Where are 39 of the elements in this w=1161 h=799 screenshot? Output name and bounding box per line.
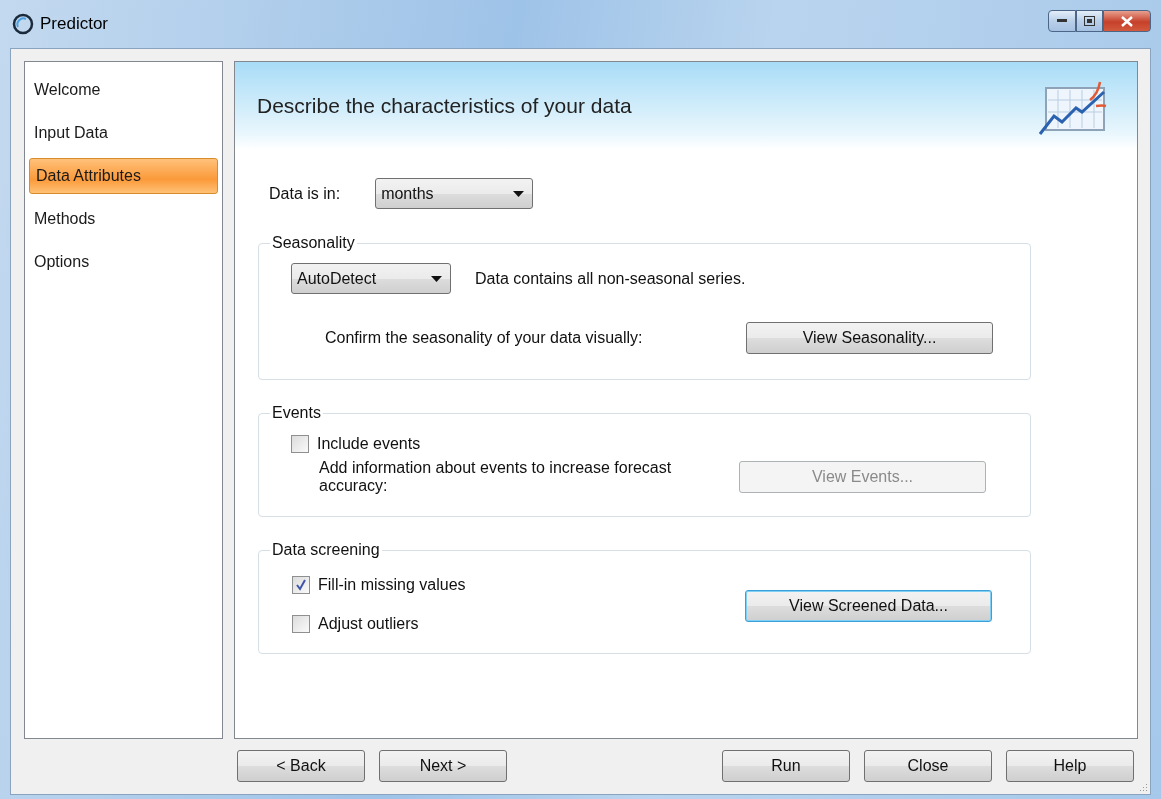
sidebar-item[interactable]: Options bbox=[29, 244, 218, 280]
footer-button[interactable]: Help bbox=[1006, 750, 1134, 782]
page-heading: Describe the characteristics of your data bbox=[257, 94, 632, 118]
sidebar-item[interactable]: Welcome bbox=[29, 72, 218, 108]
checkbox-label: Adjust outliers bbox=[318, 615, 419, 633]
dropdown-arrow-icon bbox=[513, 190, 525, 197]
view-button[interactable]: View Seasonality... bbox=[746, 322, 993, 354]
close-window-button[interactable] bbox=[1103, 10, 1151, 32]
sidebar-item[interactable]: Methods bbox=[29, 201, 218, 237]
instruction-text: Add information about events to increase forecast accuracy: bbox=[319, 459, 673, 495]
group-title: Data screening bbox=[271, 541, 381, 559]
dropdown-arrow-icon bbox=[431, 275, 442, 282]
status-text: Data contains all non-seasonal series. bbox=[475, 269, 746, 288]
instruction-text: Confirm the seasonality of your data visually: bbox=[325, 329, 644, 347]
close-icon bbox=[1121, 15, 1133, 27]
checkbox[interactable] bbox=[291, 435, 309, 453]
group-title: Seasonality bbox=[271, 234, 356, 252]
maximize-button[interactable] bbox=[1076, 10, 1103, 32]
dropdown[interactable]: AutoDetect bbox=[291, 263, 451, 294]
footer-button[interactable]: < Back bbox=[237, 750, 365, 782]
checkbox-label: Fill-in missing values bbox=[318, 576, 466, 594]
field-label: Data is in: bbox=[269, 184, 341, 203]
window-title: Predictor bbox=[40, 14, 110, 34]
minimize-icon bbox=[1057, 19, 1067, 23]
dropdown[interactable]: months bbox=[375, 178, 534, 209]
view-button[interactable]: View Screened Data... bbox=[745, 590, 992, 622]
group-title: Events bbox=[271, 404, 322, 422]
maximize-icon bbox=[1084, 16, 1095, 26]
minimize-button[interactable] bbox=[1048, 10, 1076, 32]
sidebar-item[interactable]: Input Data bbox=[29, 115, 218, 151]
resize-grip-icon bbox=[1138, 782, 1148, 792]
app-logo-icon bbox=[12, 13, 34, 35]
checkbox[interactable] bbox=[292, 615, 310, 633]
checkbox-label: Include events bbox=[317, 435, 421, 453]
checkbox[interactable] bbox=[292, 576, 310, 594]
footer-button[interactable]: Close bbox=[864, 750, 992, 782]
footer-button[interactable]: Next > bbox=[379, 750, 507, 782]
sidebar-item[interactable]: Data Attributes bbox=[29, 158, 218, 194]
footer-button[interactable]: Run bbox=[722, 750, 850, 782]
